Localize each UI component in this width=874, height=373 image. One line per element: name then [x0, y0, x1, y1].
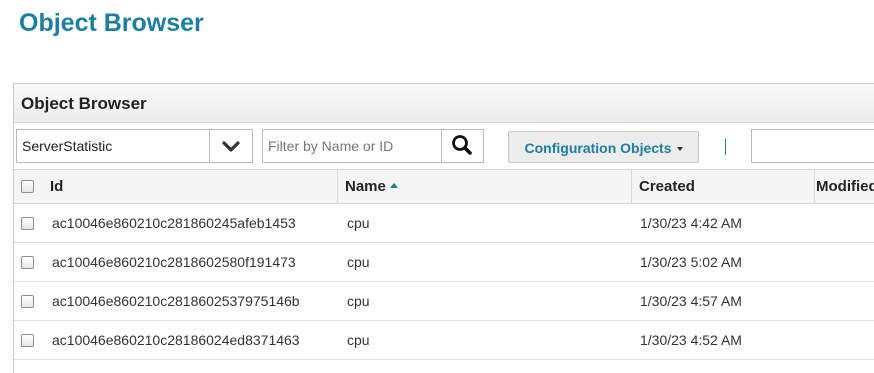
row-checkbox[interactable]: [21, 295, 34, 308]
filter-input[interactable]: [262, 129, 442, 163]
row-created: 1/30/23 4:52 AM: [640, 332, 742, 348]
search-icon: [452, 135, 472, 155]
row-id: ac10046e860210c281860245afeb1453: [52, 215, 296, 231]
toolbar: ServerStatistic Configuration Objects: [14, 123, 874, 169]
column-header-created[interactable]: Created: [631, 170, 814, 203]
object-type-select[interactable]: ServerStatistic: [16, 129, 253, 163]
object-type-value: ServerStatistic: [22, 138, 113, 154]
row-name: cpu: [347, 254, 370, 270]
select-all-checkbox[interactable]: [21, 180, 34, 193]
column-header-name[interactable]: Name: [337, 170, 631, 203]
chevron-down-icon: [222, 141, 240, 152]
panel-header: Object Browser: [14, 84, 874, 123]
panel-title: Object Browser: [21, 94, 147, 113]
table-row[interactable]: ac10046e860210c2818602537975146b cpu 1/3…: [14, 282, 874, 321]
row-checkbox[interactable]: [21, 217, 34, 230]
row-created: 1/30/23 5:02 AM: [640, 254, 742, 270]
toolbar-input[interactable]: [751, 129, 874, 163]
configuration-objects-label: Configuration Objects: [524, 140, 672, 156]
table-row[interactable]: ac10046e860210c28186024ed8371463 cpu 1/3…: [14, 321, 874, 360]
row-id: ac10046e860210c28186024ed8371463: [52, 332, 300, 348]
search-button[interactable]: [441, 129, 484, 163]
row-created: 1/30/23 4:42 AM: [640, 215, 742, 231]
object-browser-panel: Object Browser ServerStatistic Configura…: [13, 83, 874, 373]
column-header-name-label: Name: [345, 178, 386, 195]
page-title: Object Browser: [19, 9, 204, 37]
caret-down-icon: [676, 147, 683, 152]
row-id: ac10046e860210c2818602537975146b: [52, 293, 300, 309]
column-header-id-label: Id: [50, 178, 64, 195]
table-header: Id Name Created Modified: [14, 169, 874, 204]
column-header-modified-label: Modified: [816, 178, 874, 195]
row-created: 1/30/23 4:57 AM: [640, 293, 742, 309]
table-row[interactable]: ac10046e860210c281860245afeb1453 cpu 1/3…: [14, 204, 874, 243]
column-header-id[interactable]: Id: [40, 170, 337, 203]
column-header-created-label: Created: [639, 178, 695, 195]
configuration-objects-button[interactable]: Configuration Objects: [508, 131, 699, 163]
row-name: cpu: [347, 293, 370, 309]
row-checkbox[interactable]: [21, 256, 34, 269]
object-type-dropdown-button[interactable]: [209, 130, 252, 162]
sort-ascending-icon: [389, 182, 398, 188]
column-header-modified[interactable]: Modified: [814, 170, 874, 203]
table-row[interactable]: ac10046e860210c2818602580f191473 cpu 1/3…: [14, 243, 874, 282]
toolbar-divider: [725, 139, 726, 155]
row-name: cpu: [347, 215, 370, 231]
row-checkbox[interactable]: [21, 334, 34, 347]
row-name: cpu: [347, 332, 370, 348]
row-id: ac10046e860210c2818602580f191473: [52, 254, 296, 270]
